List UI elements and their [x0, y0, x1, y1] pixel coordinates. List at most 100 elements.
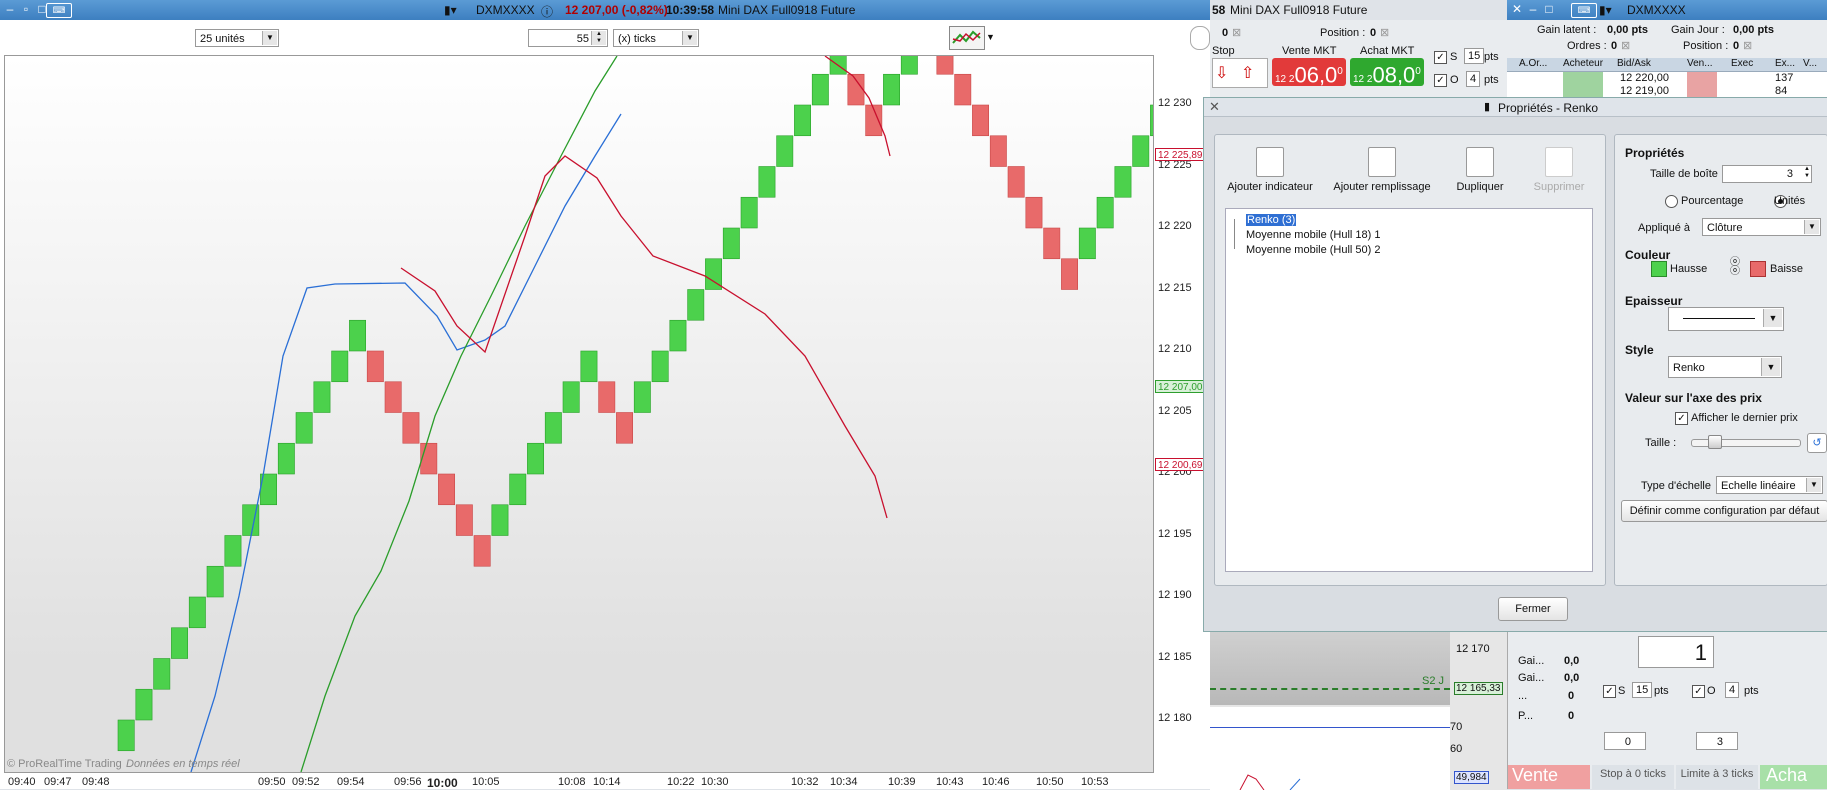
chart-plot[interactable]: © ProRealTime Trading Données en temps r…	[4, 12, 1417, 773]
sell-price: 06,0	[1294, 62, 1338, 88]
book-header-cell[interactable]: A.Or...	[1519, 58, 1547, 69]
book-header-cell[interactable]: Bid/Ask	[1617, 58, 1651, 69]
renko-brick-down	[936, 43, 954, 75]
target-checkbox[interactable]: ✓	[1434, 74, 1447, 87]
book-header-cell[interactable]: Acheteur	[1563, 58, 1603, 69]
buy-market-button[interactable]: 12 208,00	[1350, 58, 1424, 87]
spinner-icon[interactable]: ▲ ▼	[1804, 166, 1810, 180]
spinner-icon[interactable]: ▲ ▼	[591, 31, 606, 45]
link-icon[interactable]: ⓞ ⓞ	[1730, 258, 1740, 277]
instrument-icon[interactable]: ▮▾	[444, 3, 457, 17]
product-name: Mini DAX Full0918 Future	[718, 3, 856, 17]
y-tick-label: 12 185	[1158, 650, 1192, 663]
tree-item-renko[interactable]: Renko (3)	[1246, 214, 1297, 226]
close-dialog-button[interactable]: Fermer	[1498, 597, 1568, 621]
chart-style-button[interactable]	[949, 26, 985, 50]
renko-brick-down	[847, 73, 865, 106]
book-header-cell[interactable]: Ven...	[1687, 58, 1713, 69]
y-tick-label: 12 230	[1158, 97, 1192, 109]
stop-s-value[interactable]: 15	[1464, 48, 1485, 64]
up-color-swatch[interactable]	[1651, 261, 1667, 277]
y-tick-label: 12 190	[1158, 589, 1192, 601]
renko-brick-down	[1043, 227, 1061, 260]
stop-buttons[interactable]: ⇩ ⇧	[1212, 58, 1268, 88]
instrument-name[interactable]: DXMXXXX	[476, 3, 535, 17]
set-default-button[interactable]: Définir comme configuration par défaut	[1621, 500, 1827, 522]
lower-target-checkbox[interactable]: ✓	[1692, 685, 1705, 698]
lower-stop-checkbox[interactable]: ✓	[1603, 685, 1616, 698]
lower-o-value[interactable]: 4	[1725, 682, 1740, 698]
down-color-swatch[interactable]	[1750, 261, 1766, 277]
bottom-sell-button[interactable]: Vente	[1508, 765, 1590, 789]
sell-market-button[interactable]: 12 206,00	[1272, 58, 1346, 88]
keyboard-icon[interactable]: ⌨	[46, 3, 72, 18]
bottom-limit-label: Limite à 3 ticks	[1680, 768, 1754, 780]
instrument-icon[interactable]: ▮▾	[1599, 3, 1612, 17]
duplicate-button[interactable]: Dupliquer	[1447, 147, 1513, 193]
restore-icon[interactable]: ▫	[20, 3, 32, 15]
close-icon[interactable]: ⊠	[1380, 26, 1389, 39]
chevron-down-icon[interactable]: ▼	[262, 31, 277, 45]
thickness-select[interactable]: ▼	[1668, 307, 1784, 331]
add-indicator-button[interactable]: Ajouter indicateur	[1225, 147, 1315, 193]
chevron-down-icon[interactable]: ▼	[1806, 478, 1821, 492]
stop-checkbox[interactable]: ✓	[1434, 51, 1447, 64]
applied-select[interactable]: Clôture ▼	[1702, 218, 1821, 236]
bottom-stop-button[interactable]: Stop à 0 ticks	[1592, 765, 1674, 789]
box-size-input[interactable]: 3 ▲ ▼	[1722, 165, 1812, 183]
book-header-cell[interactable]: V...	[1803, 58, 1817, 69]
reset-size-button[interactable]: ↺	[1807, 433, 1827, 453]
spin-right[interactable]: 3	[1696, 732, 1738, 750]
bottom-buy-button[interactable]: Acha	[1760, 765, 1827, 789]
renko-brick-up	[811, 73, 829, 106]
minimize-icon[interactable]: –	[4, 3, 16, 15]
minimize-icon[interactable]: –	[1527, 3, 1539, 15]
ticks-input[interactable]: 55 ▲ ▼	[528, 29, 608, 47]
tree-item-hull50[interactable]: Moyenne mobile (Hull 50) 2	[1246, 244, 1381, 256]
x-tick-label: 10:14	[593, 776, 621, 788]
target-o-value[interactable]: 4	[1466, 71, 1481, 87]
delete-button[interactable]: Supprimer	[1523, 147, 1595, 193]
book-bid-cell	[1563, 72, 1603, 97]
lower-chart-upper	[1210, 631, 1450, 705]
dialog-close-icon[interactable]: ✕	[1209, 99, 1220, 115]
book-header-cell[interactable]: Exec	[1731, 58, 1753, 69]
tree-item-hull18[interactable]: Moyenne mobile (Hull 18) 1	[1246, 229, 1381, 241]
renko-brick-up	[277, 442, 295, 475]
lower-s-value[interactable]: 15	[1632, 682, 1653, 698]
stop-down-icon[interactable]: ⇩	[1215, 63, 1228, 83]
target-pts-label: pts	[1484, 74, 1499, 86]
buy-price-sup: 0	[1415, 66, 1421, 77]
spin-left[interactable]: 0	[1604, 732, 1646, 750]
style-select[interactable]: Renko ▼	[1668, 356, 1782, 378]
sell-price-prefix: 12 2	[1275, 74, 1295, 86]
percent-radio[interactable]	[1665, 195, 1678, 208]
close-icon[interactable]: ✕	[1511, 3, 1523, 15]
chevron-down-icon[interactable]: ▼	[682, 31, 697, 45]
qty-field[interactable]: 1	[1638, 636, 1714, 668]
show-last-price-checkbox[interactable]: ✓	[1675, 412, 1688, 425]
bottom-limit-button[interactable]: Limite à 3 ticks	[1676, 765, 1758, 789]
book-header-cell[interactable]: Ex...	[1775, 58, 1795, 69]
info-icon[interactable]: ⓘ	[541, 3, 553, 20]
close-icon[interactable]: ⊠	[1232, 26, 1241, 39]
chevron-down-icon[interactable]: ▼	[1763, 309, 1782, 327]
chart-menu-chevron-icon[interactable]: ▼	[986, 32, 995, 42]
renko-brick-up	[580, 350, 598, 383]
size-slider-handle[interactable]	[1708, 435, 1722, 449]
units-label: Unités	[1774, 195, 1806, 207]
close-icon[interactable]: ⊠	[1621, 39, 1630, 52]
ticks-select[interactable]: (x) ticks ▼	[613, 29, 699, 47]
scale-type-select[interactable]: Echelle linéaire ▼	[1716, 476, 1823, 494]
stop-label: Stop	[1212, 45, 1235, 57]
renko-brick-up	[1114, 166, 1132, 198]
chevron-down-icon[interactable]: ▼	[1804, 220, 1819, 234]
stop-up-icon[interactable]: ⇧	[1241, 63, 1254, 83]
keyboard-icon[interactable]: ⌨	[1571, 3, 1597, 18]
close-icon[interactable]: ⊠	[1743, 39, 1752, 52]
units-select[interactable]: 25 unités ▼	[195, 29, 279, 47]
chevron-down-icon[interactable]: ▼	[1761, 358, 1780, 376]
add-fill-button[interactable]: Ajouter remplissage	[1327, 147, 1437, 193]
side-tool-icon[interactable]	[1190, 26, 1210, 50]
maximize-icon[interactable]: □	[1543, 3, 1555, 15]
